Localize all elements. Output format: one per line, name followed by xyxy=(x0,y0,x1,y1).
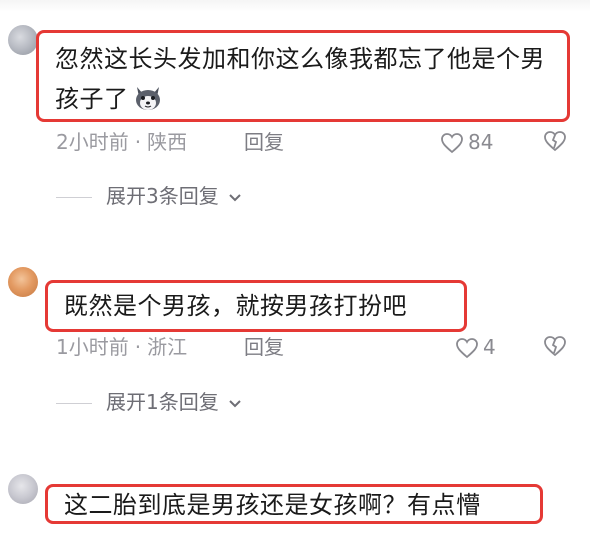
comment-2-expand-label: 展开1条回复 xyxy=(106,390,219,414)
divider xyxy=(56,197,92,198)
comment-3-text: 这二胎到底是男孩还是女孩啊？有点懵 xyxy=(64,491,481,519)
comment-1-expand-label: 展开3条回复 xyxy=(106,184,219,208)
comment-3-highlight-box[interactable]: 这二胎到底是男孩还是女孩啊？有点懵 xyxy=(45,484,543,524)
comment-2-location: 浙江 xyxy=(147,335,188,359)
top-fade xyxy=(0,0,590,12)
heart-outline-icon xyxy=(456,338,478,359)
husky-dog-emoji-icon xyxy=(133,83,163,110)
comment-2-expand-replies[interactable]: 展开1条回复 xyxy=(56,388,243,416)
comment-1-meta: 2小时前 · 陕西 回复 xyxy=(56,127,284,157)
broken-heart-icon xyxy=(544,131,566,152)
comment-1-reply-button[interactable]: 回复 xyxy=(244,127,284,157)
avatar[interactable] xyxy=(8,474,38,504)
chevron-down-icon xyxy=(229,194,241,202)
comment-1-time: 2小时前 xyxy=(56,130,129,154)
comment-2-time: 1小时前 xyxy=(56,335,129,359)
comment-2-highlight-box[interactable]: 既然是个男孩，就按男孩打扮吧 xyxy=(45,280,467,332)
comment-2-like-button[interactable]: 4 xyxy=(455,332,496,362)
comment-1-dislike-button[interactable] xyxy=(542,129,568,155)
comment-1-highlight-box[interactable]: 忽然这长头发加和你这么像我都忘了他是个男孩子了 xyxy=(36,30,570,122)
chevron-down-icon xyxy=(229,400,241,408)
comment-1-like-button[interactable]: 84 xyxy=(440,127,493,157)
comment-1-like-count: 84 xyxy=(468,130,494,154)
divider xyxy=(56,403,92,404)
comment-2-text: 既然是个男孩，就按男孩打扮吧 xyxy=(64,292,407,320)
comment-2-meta: 1小时前 · 浙江 回复 xyxy=(56,332,284,362)
broken-heart-icon xyxy=(544,336,566,357)
comment-2-reply-button[interactable]: 回复 xyxy=(244,332,284,362)
comment-1-text: 忽然这长头发加和你这么像我都忘了他是个男孩子了 xyxy=(55,45,545,113)
heart-outline-icon xyxy=(441,133,463,154)
separator: · xyxy=(134,335,142,359)
comment-2-dislike-button[interactable] xyxy=(542,334,568,360)
comment-2-like-count: 4 xyxy=(483,335,496,359)
avatar[interactable] xyxy=(8,25,38,55)
separator: · xyxy=(134,130,142,154)
comment-1-location: 陕西 xyxy=(147,130,188,154)
comment-list: 忽然这长头发加和你这么像我都忘了他是个男孩子了 2小时前·陕西 回复 84 xyxy=(0,0,590,538)
avatar[interactable] xyxy=(8,267,38,297)
comment-1-expand-replies[interactable]: 展开3条回复 xyxy=(56,182,243,210)
